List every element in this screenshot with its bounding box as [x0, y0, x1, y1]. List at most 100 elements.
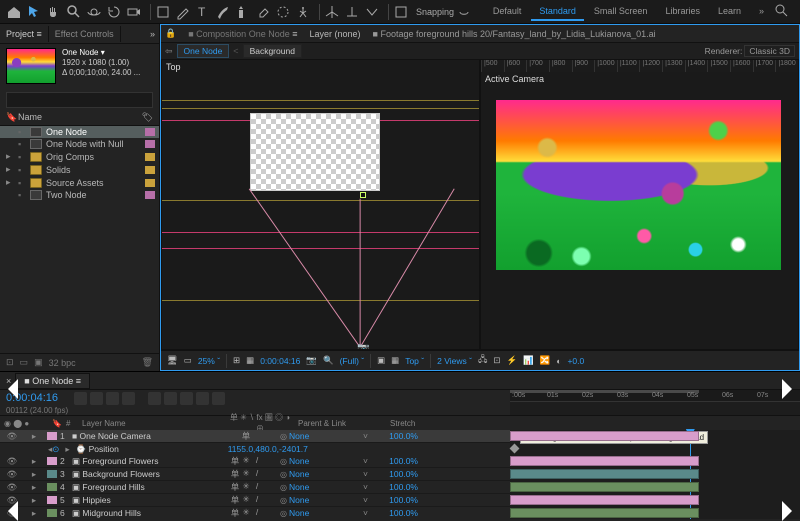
- puppet-tool-icon[interactable]: [295, 4, 311, 20]
- layer-switches[interactable]: 单✳/: [212, 494, 280, 506]
- label-color[interactable]: [47, 470, 57, 478]
- layer-name[interactable]: ▣ Foreground Hills: [72, 482, 212, 493]
- layer-name[interactable]: ■ One Node Camera: [72, 431, 212, 441]
- layer-row[interactable]: 👁▸6▣ Midground Hills单✳/None˅100.0%: [0, 507, 510, 519]
- layer-bar[interactable]: [510, 469, 699, 479]
- layer-bar[interactable]: [510, 495, 699, 505]
- disclosure-icon[interactable]: ▸: [6, 164, 14, 175]
- axis-world-icon[interactable]: [344, 4, 360, 20]
- layer-name[interactable]: ▣ Midground Hills: [72, 508, 212, 519]
- timeline-tab[interactable]: ■ One Node ≡: [15, 373, 90, 389]
- snap-options-icon[interactable]: [456, 4, 472, 20]
- twirl-icon[interactable]: ▸: [24, 495, 44, 506]
- label-color[interactable]: [47, 432, 57, 440]
- twirl-icon[interactable]: ▸: [24, 431, 44, 442]
- twirl-icon[interactable]: ▸: [24, 456, 44, 467]
- pen-tool-icon[interactable]: [175, 4, 191, 20]
- layer-bar[interactable]: [510, 482, 699, 492]
- layer-parent-dropdown[interactable]: None˅: [280, 495, 368, 505]
- share-view-icon[interactable]: 🖧: [478, 354, 487, 368]
- tl-graph-icon[interactable]: [196, 392, 209, 405]
- col-type-icon[interactable]: 🏷: [142, 112, 153, 123]
- eraser-tool-icon[interactable]: [255, 4, 271, 20]
- zoom-dropdown[interactable]: 25% ˇ: [198, 356, 220, 366]
- new-comp-icon[interactable]: ▣: [34, 357, 43, 368]
- layer-name[interactable]: ▣ Hippies: [72, 495, 212, 506]
- grid-icon[interactable]: ▦: [391, 355, 399, 366]
- fast-preview-icon[interactable]: ⚡: [507, 355, 518, 366]
- selection-tool-icon[interactable]: [26, 4, 42, 20]
- composition-crumb[interactable]: ■ Composition One Node ≡: [188, 29, 297, 39]
- layer-stretch[interactable]: 100.0%: [368, 456, 418, 466]
- snap-checkbox[interactable]: [393, 4, 409, 20]
- subtab-background[interactable]: Background: [243, 44, 302, 58]
- search-icon[interactable]: [774, 3, 790, 19]
- label-color[interactable]: [47, 457, 57, 465]
- layer-parent-dropdown[interactable]: None˅: [280, 508, 368, 518]
- label-color[interactable]: [47, 509, 57, 517]
- layer-bar[interactable]: [510, 508, 699, 518]
- workspace-default[interactable]: Default: [485, 3, 530, 21]
- resolution-icon[interactable]: ⊞: [233, 355, 240, 366]
- layer-parent-dropdown[interactable]: None˅: [280, 431, 368, 441]
- project-search-input[interactable]: [6, 92, 153, 108]
- res-icon[interactable]: ▭: [184, 355, 192, 366]
- quality-dropdown[interactable]: (Full) ˇ: [340, 356, 365, 366]
- project-item[interactable]: ▪Two Node: [0, 189, 159, 201]
- lock-icon[interactable]: 🔒: [165, 28, 176, 39]
- mag-icon[interactable]: 🖥: [167, 355, 178, 366]
- camera-tool-icon[interactable]: [126, 4, 142, 20]
- trash-icon[interactable]: 🗑: [142, 357, 153, 368]
- view-active-camera[interactable]: |500|600|700|800|900|1000|1100|1200|1300…: [480, 59, 799, 350]
- keyframe-stopwatch-icon[interactable]: ⊙: [52, 444, 59, 455]
- layer-row[interactable]: 👁▸2▣ Foreground Flowers单✳/None˅100.0%: [0, 455, 510, 468]
- layer-name[interactable]: ▣ Foreground Flowers: [72, 456, 212, 467]
- camera-icon[interactable]: 📷: [357, 343, 369, 350]
- timeline-icon[interactable]: 📊: [523, 355, 534, 366]
- exposure-value[interactable]: +0.0: [567, 356, 584, 366]
- project-item[interactable]: ▪One Node: [0, 126, 159, 138]
- axis-view-icon[interactable]: [364, 4, 380, 20]
- property-row[interactable]: ◂⊙▸⌚ Position1155.0,480.0,-2401.7: [0, 443, 510, 455]
- preview-time[interactable]: 0:00:04:16: [260, 356, 300, 366]
- label-color[interactable]: [47, 483, 57, 491]
- hand-tool-icon[interactable]: [46, 4, 62, 20]
- layer-switches[interactable]: 单✳/: [212, 455, 280, 467]
- axis-local-icon[interactable]: [324, 4, 340, 20]
- disclosure-icon[interactable]: ▸: [6, 151, 14, 162]
- effect-controls-tab[interactable]: Effect Controls: [49, 26, 121, 42]
- workspace-learn[interactable]: Learn: [710, 3, 749, 21]
- comp-flowchart-icon[interactable]: 🔀: [540, 355, 551, 366]
- twirl-icon[interactable]: ▸: [24, 482, 44, 493]
- workspace-small-screen[interactable]: Small Screen: [586, 3, 656, 21]
- project-item[interactable]: ▸▪Source Assets: [0, 176, 159, 189]
- home-icon[interactable]: [6, 4, 22, 20]
- tl-brain-icon[interactable]: [212, 392, 225, 405]
- clone-tool-icon[interactable]: [235, 4, 251, 20]
- col-name-label[interactable]: Name: [18, 112, 42, 123]
- views-count-dropdown[interactable]: 2 Views ˇ: [437, 356, 472, 366]
- renderer-selector[interactable]: Renderer:Classic 3D: [705, 46, 795, 56]
- tl-snap-icon[interactable]: [106, 392, 119, 405]
- tag-icon[interactable]: 🔖: [6, 112, 18, 123]
- roto-tool-icon[interactable]: [275, 4, 291, 20]
- layer-switches[interactable]: 单✳/: [212, 468, 280, 480]
- transparency-icon[interactable]: ▦: [246, 355, 254, 366]
- visibility-icon[interactable]: 👁: [0, 431, 24, 442]
- tl-draft3d-icon[interactable]: [148, 392, 161, 405]
- layer-parent-dropdown[interactable]: None˅: [280, 469, 368, 479]
- layer-switches[interactable]: 单: [212, 430, 280, 442]
- layer-name[interactable]: ▣ Background Flowers: [72, 469, 212, 480]
- label-color[interactable]: [145, 179, 155, 187]
- tl-motion-blur-icon[interactable]: [180, 392, 193, 405]
- visibility-icon[interactable]: 👁: [0, 482, 24, 493]
- target-handle[interactable]: [360, 192, 366, 198]
- label-color[interactable]: [145, 166, 155, 174]
- view-mode-dropdown[interactable]: Top ˇ: [405, 356, 424, 366]
- workspace-standard[interactable]: Standard: [531, 3, 584, 21]
- workspace-overflow-icon[interactable]: »: [751, 3, 772, 21]
- project-item[interactable]: ▸▪Solids: [0, 163, 159, 176]
- bpc-label[interactable]: 32 bpc: [49, 358, 76, 368]
- layer-switches[interactable]: 单✳/: [212, 481, 280, 493]
- layer-bar[interactable]: [510, 431, 699, 441]
